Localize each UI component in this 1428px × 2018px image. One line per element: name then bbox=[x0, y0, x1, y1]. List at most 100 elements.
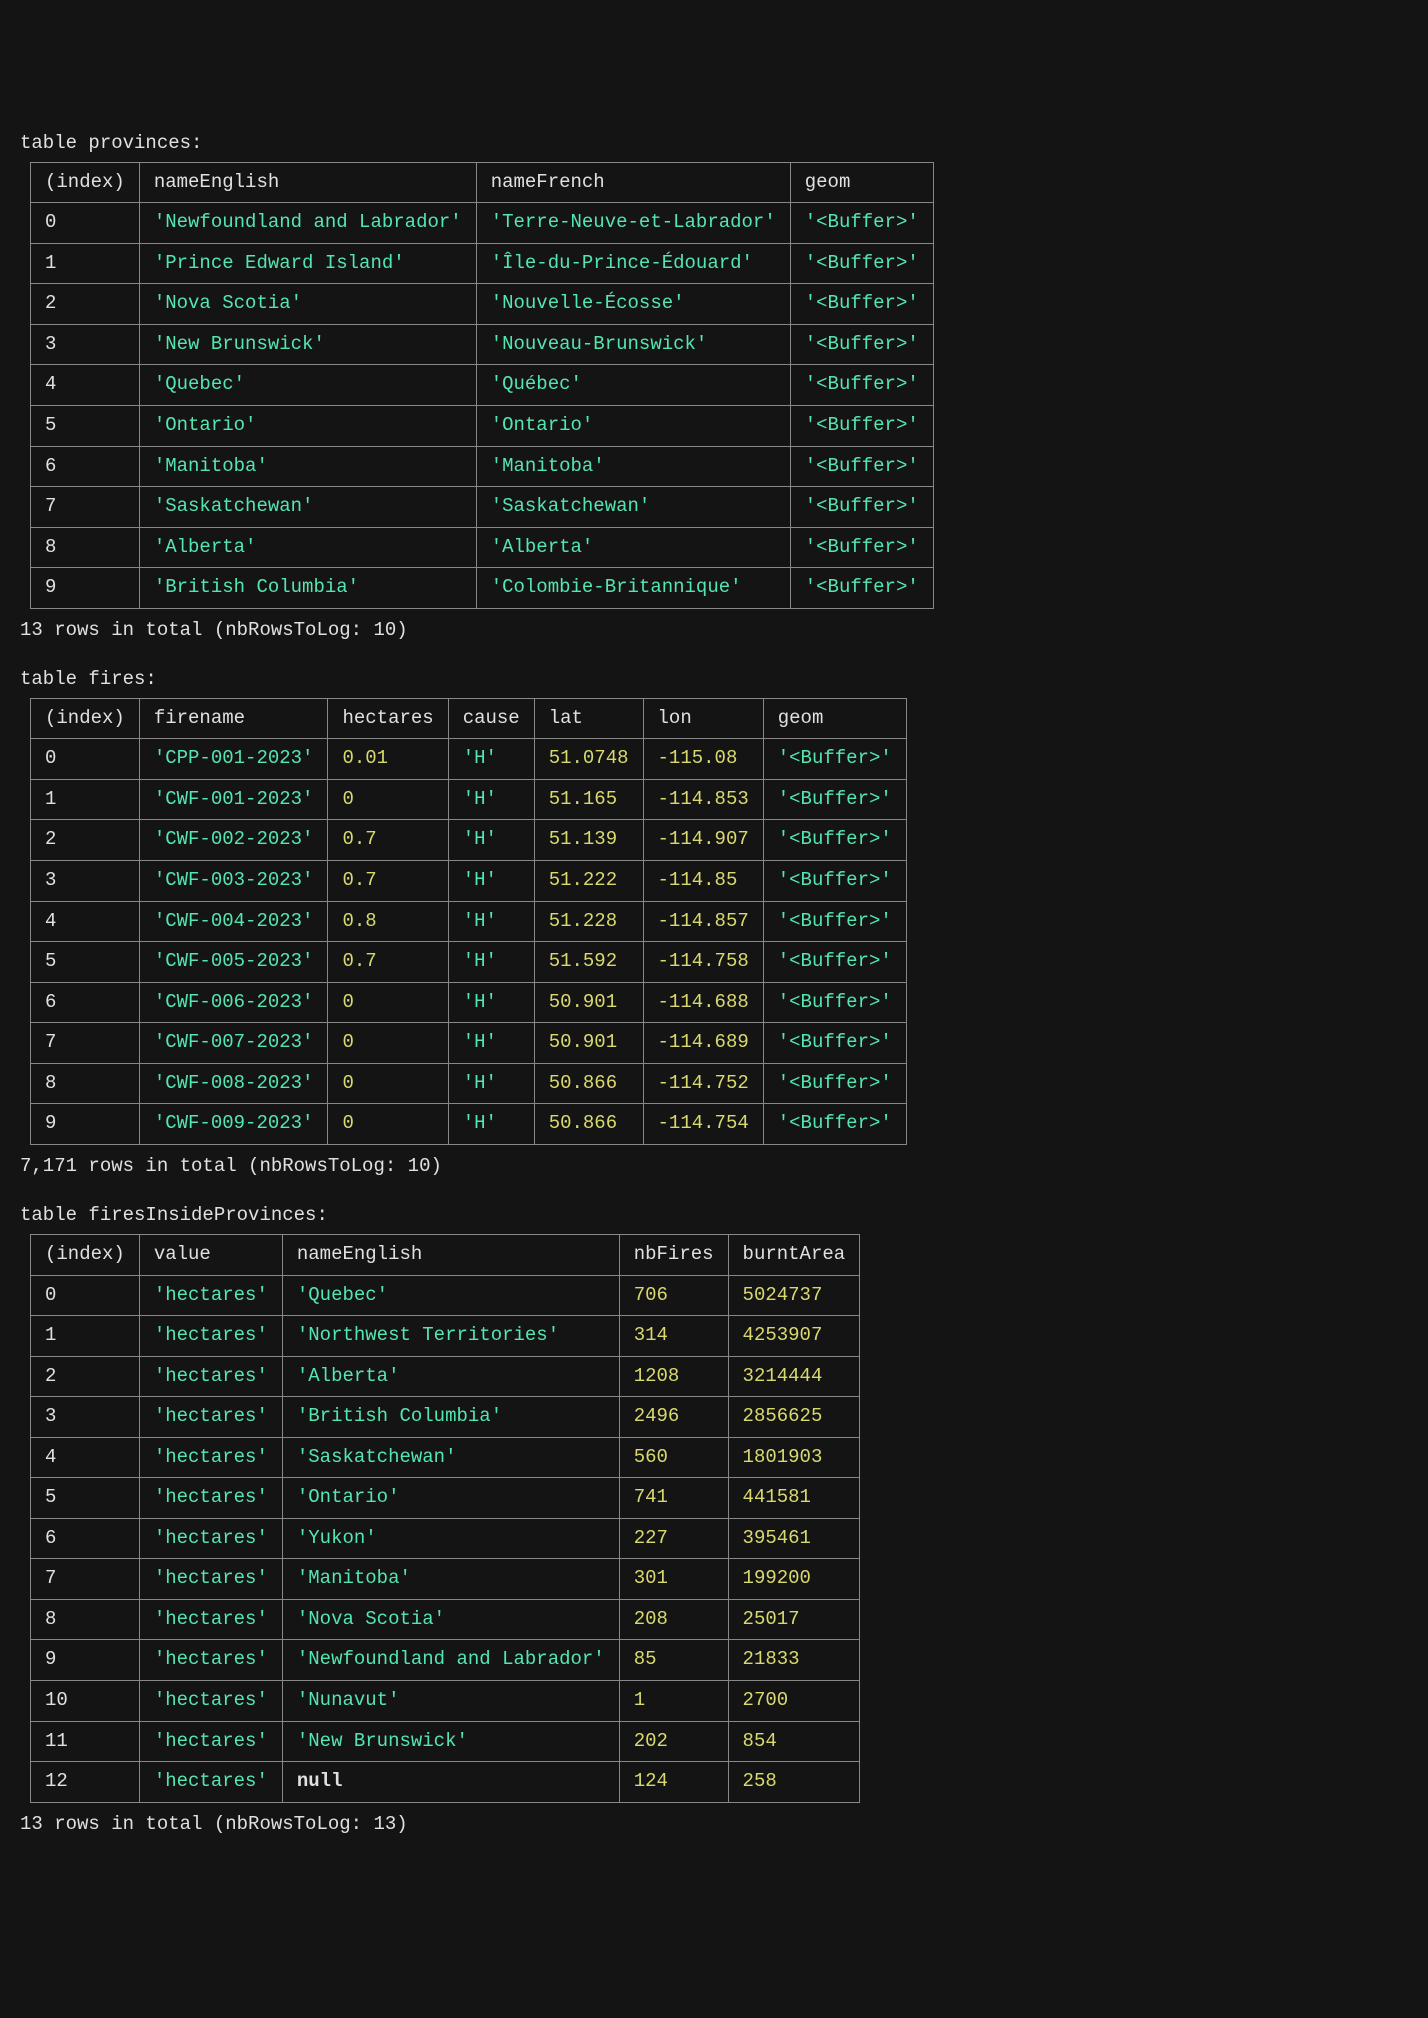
cell-value: 'Nouvelle-Écosse' bbox=[491, 292, 685, 314]
table-summary: 13 rows in total (nbRowsToLog: 10) bbox=[20, 617, 1408, 645]
cell-value: 'Northwest Territories' bbox=[297, 1324, 559, 1346]
table-cell: '<Buffer>' bbox=[763, 1063, 906, 1104]
cell-value: 4 bbox=[45, 910, 56, 932]
table-cell: 2 bbox=[31, 820, 140, 861]
cell-value: '<Buffer>' bbox=[778, 828, 892, 850]
cell-value: 3 bbox=[45, 333, 56, 355]
cell-value: '<Buffer>' bbox=[805, 292, 919, 314]
cell-value: '<Buffer>' bbox=[805, 252, 919, 274]
table-cell: 10 bbox=[31, 1680, 140, 1721]
cell-value: 51.165 bbox=[549, 788, 617, 810]
cell-value: 'Terre-Neuve-et-Labrador' bbox=[491, 211, 776, 233]
cell-value: 208 bbox=[634, 1608, 668, 1630]
table-cell: 1208 bbox=[619, 1356, 728, 1397]
table-cell: '<Buffer>' bbox=[790, 243, 933, 284]
cell-value: 11 bbox=[45, 1730, 68, 1752]
cell-value: 0.8 bbox=[342, 910, 376, 932]
cell-value: 'Prince Edward Island' bbox=[154, 252, 405, 274]
table-cell: 258 bbox=[728, 1762, 860, 1803]
table-cell: 'CWF-002-2023' bbox=[139, 820, 328, 861]
table-header-cell: lon bbox=[643, 698, 763, 739]
table-cell: '<Buffer>' bbox=[790, 446, 933, 487]
table-cell: 2496 bbox=[619, 1397, 728, 1438]
table-cell: 3 bbox=[31, 1397, 140, 1438]
cell-value: 'hectares' bbox=[154, 1365, 268, 1387]
cell-value: 3 bbox=[45, 869, 56, 891]
table-cell: 'Colombie-Britannique' bbox=[476, 568, 790, 609]
table-cell: 'hectares' bbox=[139, 1721, 282, 1762]
cell-value: 10 bbox=[45, 1689, 68, 1711]
table-cell: 'Quebec' bbox=[139, 365, 476, 406]
cell-value: 'H' bbox=[463, 1031, 497, 1053]
table-cell: '<Buffer>' bbox=[763, 982, 906, 1023]
table-cell: '<Buffer>' bbox=[790, 527, 933, 568]
table-cell: 'H' bbox=[448, 1104, 534, 1145]
cell-value: 'Alberta' bbox=[491, 536, 594, 558]
table-cell: -114.758 bbox=[643, 942, 763, 983]
cell-value: '<Buffer>' bbox=[778, 950, 892, 972]
table-section: table fires:(index)firenamehectarescause… bbox=[20, 666, 1408, 1180]
cell-value: 258 bbox=[743, 1770, 777, 1792]
table-header-cell: nameEnglish bbox=[139, 162, 476, 203]
table-cell: 'CWF-004-2023' bbox=[139, 901, 328, 942]
cell-value: 'New Brunswick' bbox=[297, 1730, 468, 1752]
cell-value: 51.228 bbox=[549, 910, 617, 932]
table-cell: 'H' bbox=[448, 901, 534, 942]
cell-value: 2 bbox=[45, 1365, 56, 1387]
cell-value: 2496 bbox=[634, 1405, 680, 1427]
table-cell: 1 bbox=[619, 1680, 728, 1721]
table-cell: 'H' bbox=[448, 861, 534, 902]
table-row: 6'CWF-006-2023'0'H'50.901-114.688'<Buffe… bbox=[31, 982, 907, 1023]
cell-value: 9 bbox=[45, 576, 56, 598]
cell-value: 12 bbox=[45, 1770, 68, 1792]
table-cell: 0 bbox=[31, 739, 140, 780]
cell-value: 'Manitoba' bbox=[491, 455, 605, 477]
table-cell: 'Alberta' bbox=[282, 1356, 619, 1397]
cell-value: 'Yukon' bbox=[297, 1527, 377, 1549]
cell-value: '<Buffer>' bbox=[778, 991, 892, 1013]
table-cell: 2700 bbox=[728, 1680, 860, 1721]
table-cell: '<Buffer>' bbox=[763, 1023, 906, 1064]
table-cell: 'Ontario' bbox=[476, 406, 790, 447]
cell-value: 7 bbox=[45, 1567, 56, 1589]
table-cell: 'CWF-005-2023' bbox=[139, 942, 328, 983]
cell-value: -114.758 bbox=[658, 950, 749, 972]
table-cell: 'hectares' bbox=[139, 1680, 282, 1721]
cell-value: -114.754 bbox=[658, 1112, 749, 1134]
table-cell: 51.592 bbox=[534, 942, 643, 983]
table-cell: 0 bbox=[328, 1104, 448, 1145]
cell-value: 'CWF-008-2023' bbox=[154, 1072, 314, 1094]
table-cell: 'Québec' bbox=[476, 365, 790, 406]
table-cell: 0.7 bbox=[328, 861, 448, 902]
cell-value: -114.857 bbox=[658, 910, 749, 932]
table-cell: 'CWF-008-2023' bbox=[139, 1063, 328, 1104]
cell-value: 'CWF-002-2023' bbox=[154, 828, 314, 850]
cell-value: 854 bbox=[743, 1730, 777, 1752]
table-header-cell: geom bbox=[763, 698, 906, 739]
data-table: (index)valuenameEnglishnbFiresburntArea0… bbox=[30, 1234, 860, 1803]
table-cell: 'H' bbox=[448, 820, 534, 861]
cell-value: 'H' bbox=[463, 788, 497, 810]
cell-value: 706 bbox=[634, 1284, 668, 1306]
cell-value: 'Newfoundland and Labrador' bbox=[297, 1648, 605, 1670]
cell-value: 6 bbox=[45, 991, 56, 1013]
cell-value: 1 bbox=[45, 252, 56, 274]
table-cell: 706 bbox=[619, 1275, 728, 1316]
cell-value: 124 bbox=[634, 1770, 668, 1792]
cell-value: 'H' bbox=[463, 1072, 497, 1094]
cell-value: 2 bbox=[45, 292, 56, 314]
cell-value: 8 bbox=[45, 1072, 56, 1094]
cell-value: 9 bbox=[45, 1112, 56, 1134]
table-cell: -114.752 bbox=[643, 1063, 763, 1104]
table-cell: 21833 bbox=[728, 1640, 860, 1681]
cell-value: 'Colombie-Britannique' bbox=[491, 576, 742, 598]
table-header-cell: (index) bbox=[31, 162, 140, 203]
cell-value: 0 bbox=[342, 1031, 353, 1053]
table-cell: 8 bbox=[31, 527, 140, 568]
table-row: 11'hectares''New Brunswick'202854 bbox=[31, 1721, 860, 1762]
cell-value: 5 bbox=[45, 950, 56, 972]
table-cell: 'Yukon' bbox=[282, 1518, 619, 1559]
cell-value: 'CWF-007-2023' bbox=[154, 1031, 314, 1053]
cell-value: 'Nunavut' bbox=[297, 1689, 400, 1711]
table-cell: 199200 bbox=[728, 1559, 860, 1600]
